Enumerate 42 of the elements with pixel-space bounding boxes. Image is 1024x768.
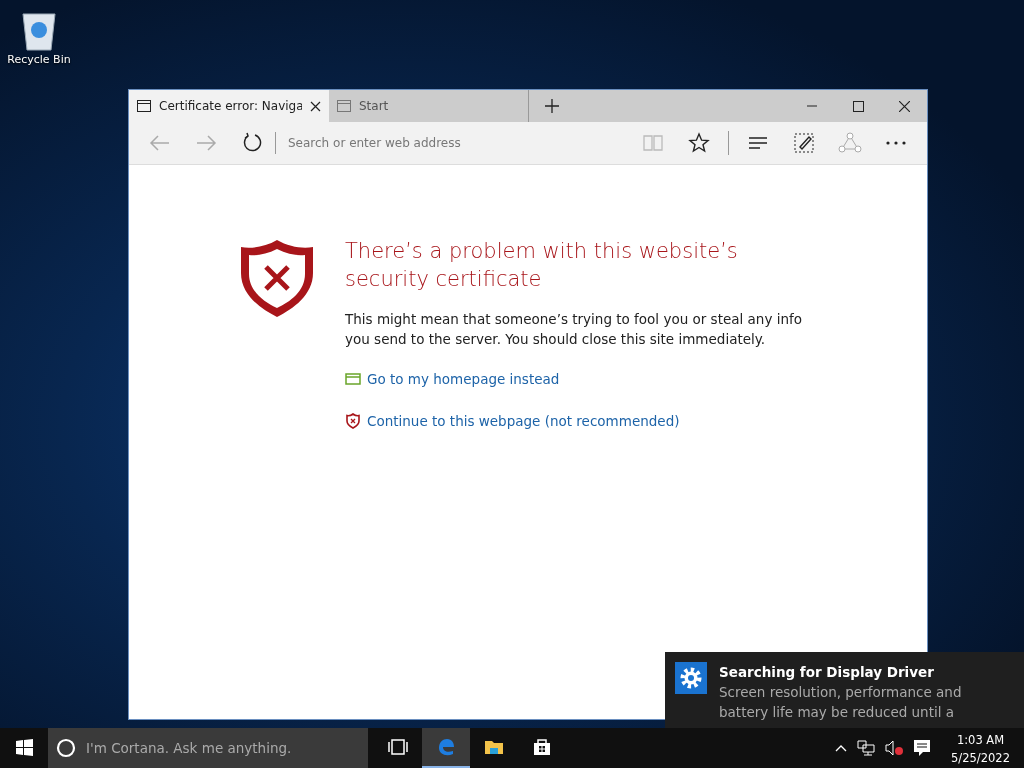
- edge-icon: [436, 737, 456, 757]
- browser-tab[interactable]: Certificate error: Naviga: [129, 90, 329, 122]
- tab-page-icon: [337, 100, 351, 112]
- pen-icon: [793, 132, 815, 154]
- lines-icon: [747, 136, 769, 150]
- clock-date: 5/25/2022: [951, 750, 1010, 767]
- close-tab-icon[interactable]: [310, 100, 321, 112]
- shield-error-icon: [345, 413, 361, 430]
- recycle-bin-shortcut[interactable]: Recycle Bin: [4, 8, 74, 69]
- tab-page-icon: [137, 100, 151, 112]
- plus-icon: [545, 99, 559, 113]
- minimize-icon: [807, 105, 817, 107]
- error-message: This might mean that someone’s trying to fool you or steal any info you send to the server. You should close this site immediately.: [345, 310, 803, 349]
- error-heading: There’s a problem with this website’s security certificate: [345, 238, 739, 293]
- share-icon: [838, 132, 862, 154]
- clock[interactable]: 1:03 AM 5/25/2022: [941, 729, 1020, 767]
- windows-icon: [15, 738, 33, 756]
- muted-speaker-icon[interactable]: [885, 740, 904, 756]
- maximize-icon: [852, 100, 864, 112]
- icon-label: Recycle Bin: [7, 53, 71, 66]
- page-link[interactable]: Continue to this webpage (not recommended): [345, 411, 805, 432]
- refresh-icon: [241, 132, 263, 154]
- chevron-up-icon[interactable]: [835, 744, 848, 752]
- star-icon: [688, 132, 710, 154]
- network-icon[interactable]: [857, 740, 876, 756]
- gear-icon: [675, 662, 707, 694]
- book-icon: [642, 134, 664, 152]
- circle-icon: [56, 738, 76, 758]
- left-arrow-icon: [149, 135, 171, 151]
- notification-text: Screen resolution, performance and battery life may be reduced until a: [719, 683, 963, 723]
- more-icon: [885, 140, 907, 146]
- clock-time: 1:03 AM: [955, 732, 1006, 749]
- cortana-search-field[interactable]: I'm Cortana. Ask me anything.: [48, 728, 368, 768]
- page-link[interactable]: Go to my homepage instead: [345, 369, 805, 390]
- action-center-icon[interactable]: [913, 739, 932, 757]
- close-icon: [898, 100, 910, 112]
- task-view-icon: [388, 737, 408, 757]
- notification-toast[interactable]: Searching for Display Driver Screen resolution, performance and battery life may be reduced until a: [665, 652, 1024, 728]
- notification-title: Searching for Display Driver: [719, 663, 935, 682]
- shopping-bag-icon: [532, 737, 552, 757]
- right-arrow-icon: [195, 135, 217, 151]
- window-icon: [345, 373, 361, 386]
